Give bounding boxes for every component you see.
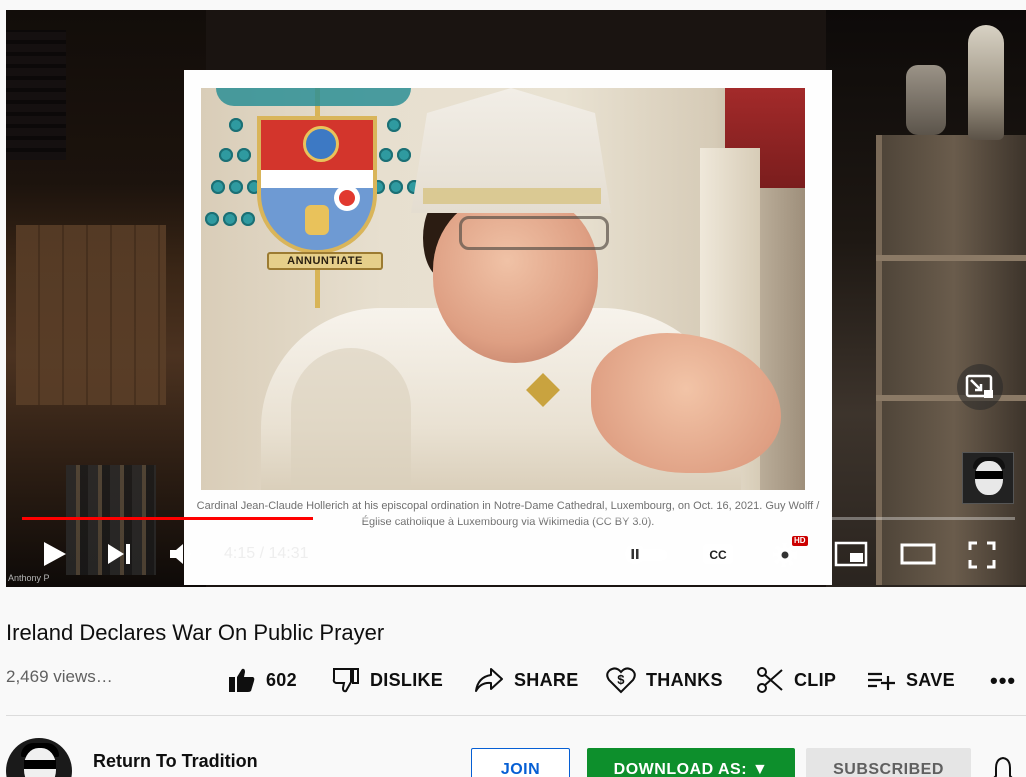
video-image-card: ANNUNTIATE Cardinal Jean-Claude Holleric…: [184, 70, 832, 585]
thumbs-down-icon: [332, 668, 359, 693]
miniplayer-icon: [965, 374, 993, 398]
next-button[interactable]: [106, 542, 132, 571]
share-label: SHARE: [514, 669, 579, 690]
thanks-label: THANKS: [646, 669, 723, 690]
video-player[interactable]: ANNUNTIATE Cardinal Jean-Claude Holleric…: [6, 10, 1026, 587]
coat-of-arms-shield: [257, 116, 377, 254]
view-count[interactable]: 2,469 views…: [6, 667, 113, 687]
next-icon: [108, 544, 130, 564]
background-foam-panel: [6, 30, 66, 160]
dislike-label: DISLIKE: [370, 669, 444, 690]
theater-mode-button[interactable]: [900, 543, 936, 570]
save-label: SAVE: [906, 669, 955, 690]
coat-of-arms-motto: ANNUNTIATE: [267, 252, 383, 270]
channel-avatar[interactable]: [6, 738, 72, 777]
background-angel-statue: [906, 65, 946, 135]
join-button[interactable]: JOIN: [471, 748, 570, 777]
play-icon: [44, 542, 66, 566]
clip-label: CLIP: [794, 669, 837, 690]
dislike-button[interactable]: DISLIKE: [332, 664, 443, 696]
more-actions-button[interactable]: •••: [990, 668, 1016, 694]
heart-dollar-icon: $: [606, 667, 636, 694]
progress-bar[interactable]: [22, 517, 1015, 520]
channel-watermark[interactable]: [962, 452, 1014, 504]
scissors-icon: [757, 667, 783, 693]
video-credit: Anthony P: [8, 573, 50, 583]
save-button[interactable]: SAVE: [866, 664, 955, 696]
miniplayer-control-icon: [834, 541, 868, 567]
share-icon: [475, 668, 503, 692]
captions-button[interactable]: CC: [702, 542, 734, 571]
hd-badge: HD: [792, 536, 808, 546]
volume-icon: [170, 544, 191, 564]
volume-button[interactable]: [168, 541, 198, 572]
background-wood-panel: [16, 225, 166, 405]
watch-page: ANNUNTIATE Cardinal Jean-Claude Holleric…: [0, 0, 1026, 777]
time-display: 4:15 / 14:31: [224, 545, 309, 562]
channel-name[interactable]: Return To Tradition: [93, 751, 258, 772]
play-button[interactable]: [42, 540, 68, 573]
bell-icon: [993, 756, 1013, 777]
like-button[interactable]: 602: [228, 664, 297, 696]
glasses: [459, 216, 609, 250]
thumbs-up-icon: [229, 668, 255, 692]
fullscreen-icon: [968, 541, 996, 569]
divider: [6, 715, 1026, 716]
theater-mode-icon: [900, 543, 936, 565]
fullscreen-button[interactable]: [968, 541, 996, 574]
notification-bell-button[interactable]: [990, 756, 1016, 777]
video-title: Ireland Declares War On Public Prayer: [6, 620, 385, 645]
miniplayer-button[interactable]: [957, 364, 1003, 410]
miniplayer-control-button[interactable]: [834, 541, 868, 572]
coat-of-arms-hat: [216, 88, 411, 106]
captions-icon: CC: [703, 544, 733, 564]
progress-played: [22, 517, 313, 520]
cardinal-photo: ANNUNTIATE: [201, 88, 805, 490]
background-madonna-statue: [968, 25, 1004, 140]
svg-text:$: $: [617, 672, 625, 687]
clip-button[interactable]: CLIP: [756, 664, 836, 696]
svg-text:CC: CC: [709, 548, 727, 562]
thanks-button[interactable]: $ THANKS: [606, 664, 723, 696]
share-button[interactable]: SHARE: [474, 664, 579, 696]
photo-caption: Cardinal Jean-Claude Hollerich at his ep…: [196, 500, 820, 528]
settings-button[interactable]: HD: [770, 536, 808, 575]
playlist-add-icon: [868, 672, 895, 690]
autoplay-toggle[interactable]: [624, 544, 670, 569]
subscribed-button[interactable]: SUBSCRIBED: [806, 748, 971, 777]
autoplay-toggle-icon: [625, 544, 668, 564]
download-as-button[interactable]: DOWNLOAD AS: ▼: [587, 748, 795, 777]
like-count: 602: [266, 669, 297, 690]
